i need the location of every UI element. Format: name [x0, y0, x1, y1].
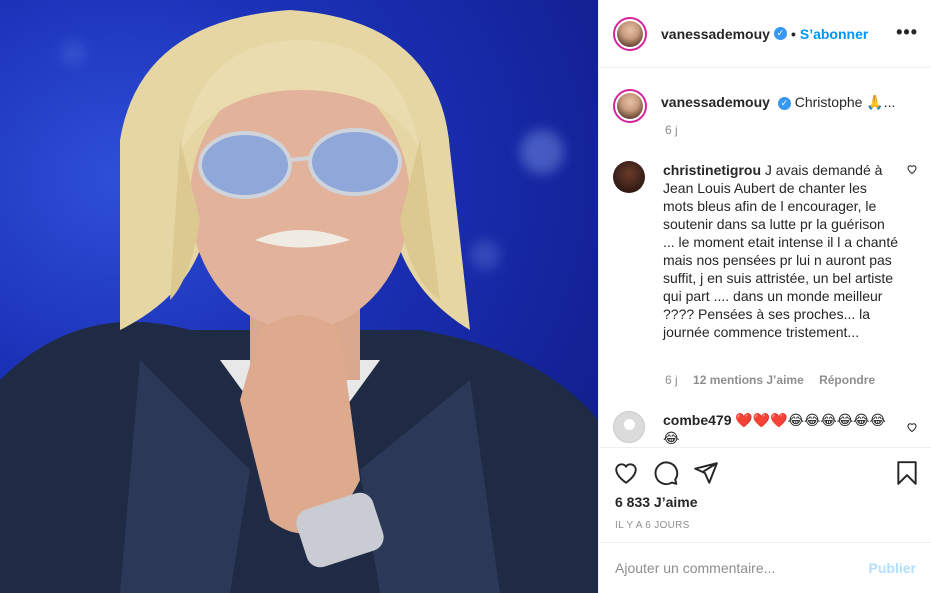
caption-text: Christophe 🙏... — [794, 94, 896, 110]
verified-icon: ✓ — [777, 96, 791, 110]
add-comment-bar: Publier — [599, 542, 931, 593]
post-actions: 6 833 J’aime IL Y A 6 JOURS — [599, 447, 931, 542]
post-header: vanessademouy ✓ • S’abonner ••• — [599, 0, 931, 68]
caption-age: 6 j — [665, 123, 678, 137]
bookmark-icon[interactable] — [894, 460, 920, 486]
comment-item: combe479 ❤️❤️❤️😂😂😂😂😂😂😂 — [613, 411, 918, 446]
comment-username[interactable]: christinetigrou — [663, 162, 761, 178]
share-icon[interactable] — [693, 460, 719, 486]
post-photo[interactable] — [0, 0, 598, 593]
heart-icon[interactable] — [613, 460, 639, 486]
header-username[interactable]: vanessademouy — [661, 26, 770, 42]
comment-icon[interactable] — [653, 460, 679, 486]
avatar[interactable] — [613, 16, 647, 51]
comment-meta: 6 j 12 mentions J’aime Répondre — [665, 373, 887, 387]
verified-icon: ✓ — [773, 27, 787, 40]
commenter-avatar[interactable] — [613, 161, 645, 193]
follow-button[interactable]: S’abonner — [800, 26, 868, 42]
comment-text: J avais demandé à Jean Louis Aubert de c… — [663, 162, 899, 340]
caption-username[interactable]: vanessademouy — [661, 94, 770, 110]
instagram-post: vanessademouy ✓ • S’abonner ••• vanessad… — [0, 0, 931, 593]
comment-input[interactable] — [615, 560, 855, 576]
post-side-panel: vanessademouy ✓ • S’abonner ••• vanessad… — [598, 0, 931, 593]
separator-dot: • — [790, 25, 796, 42]
comment-age: 6 j — [665, 373, 678, 387]
caption: vanessademouy ✓ Christophe 🙏... — [613, 89, 895, 123]
post-date[interactable]: IL Y A 6 JOURS — [615, 520, 690, 531]
portrait-illustration — [0, 10, 598, 593]
comment-username[interactable]: combe479 — [663, 412, 731, 428]
commenter-avatar[interactable] — [613, 411, 645, 443]
heart-icon[interactable] — [906, 163, 918, 175]
heart-icon[interactable] — [906, 421, 918, 433]
comments-area[interactable]: vanessademouy ✓ Christophe 🙏... 6 j chri… — [599, 69, 931, 446]
comment-item: christinetigrou J avais demandé à Jean L… — [613, 161, 918, 341]
publish-button[interactable]: Publier — [869, 560, 916, 576]
comment-likes[interactable]: 12 mentions J’aime — [693, 373, 804, 387]
reply-button[interactable]: Répondre — [819, 373, 875, 387]
likes-count[interactable]: 6 833 J’aime — [615, 494, 698, 510]
caption-avatar[interactable] — [613, 89, 647, 123]
more-icon[interactable]: ••• — [896, 22, 918, 43]
